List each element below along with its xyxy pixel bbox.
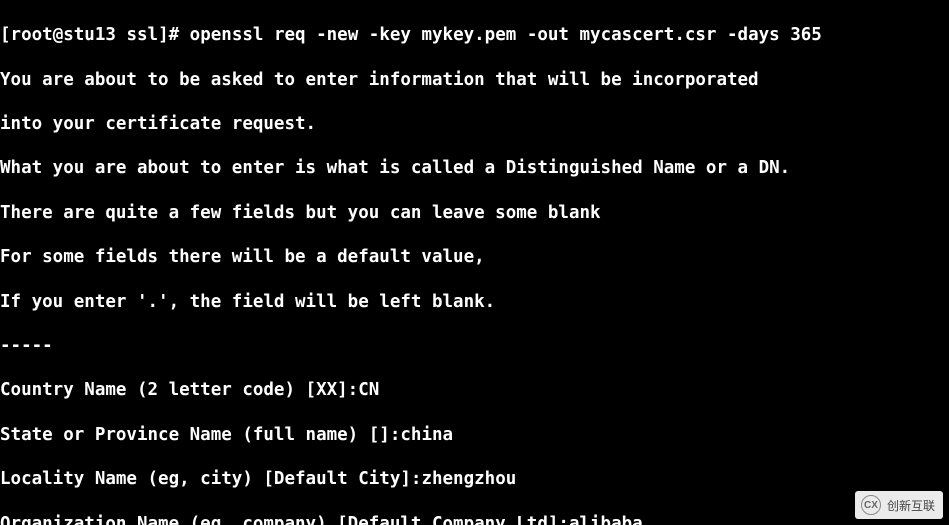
field-label: Country Name (2 letter code) [XX]:	[0, 380, 358, 400]
field-line: Country Name (2 letter code) [XX]:CN	[0, 379, 949, 401]
intro-line: into your certificate request.	[0, 113, 949, 135]
field-label: Organization Name (eg, company) [Default…	[0, 514, 569, 525]
command-text: openssl req -new -key mykey.pem -out myc…	[190, 25, 822, 45]
field-line: Locality Name (eg, city) [Default City]:…	[0, 468, 949, 490]
field-value: china	[400, 425, 453, 445]
watermark: CX 创新互联	[855, 491, 943, 519]
field-label: Locality Name (eg, city) [Default City]:	[0, 469, 421, 489]
intro-line: For some fields there will be a default …	[0, 246, 949, 268]
terminal-output[interactable]: [root@stu13 ssl]# openssl req -new -key …	[0, 0, 949, 525]
field-line: State or Province Name (full name) []:ch…	[0, 424, 949, 446]
intro-line: You are about to be asked to enter infor…	[0, 69, 949, 91]
intro-line: There are quite a few fields but you can…	[0, 202, 949, 224]
field-line: Organization Name (eg, company) [Default…	[0, 513, 949, 525]
watermark-logo-icon: CX	[861, 495, 881, 515]
intro-line: What you are about to enter is what is c…	[0, 157, 949, 179]
intro-line: -----	[0, 335, 949, 357]
prompt-user-host: root@stu13	[11, 25, 116, 45]
field-label: State or Province Name (full name) []:	[0, 425, 400, 445]
prompt-cwd: ssl	[116, 25, 158, 45]
field-value: alibaba	[569, 514, 643, 525]
command-line: [root@stu13 ssl]# openssl req -new -key …	[0, 24, 949, 46]
prompt-suffix: ]#	[158, 25, 190, 45]
prompt-prefix: [	[0, 25, 11, 45]
field-value: zhengzhou	[421, 469, 516, 489]
watermark-text: 创新互联	[887, 497, 935, 514]
field-value: CN	[358, 380, 379, 400]
intro-line: If you enter '.', the field will be left…	[0, 291, 949, 313]
